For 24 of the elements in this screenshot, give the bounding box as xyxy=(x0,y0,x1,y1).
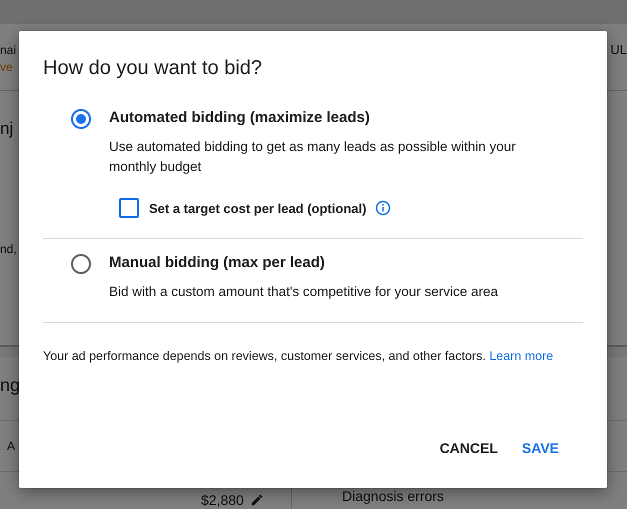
dialog-title: How do you want to bid? xyxy=(43,56,264,81)
learn-more-link[interactable]: Learn more xyxy=(489,349,554,363)
radio-button[interactable] xyxy=(71,109,91,129)
info-icon[interactable] xyxy=(375,200,392,216)
option-label: Automated bidding (maximize leads) xyxy=(109,108,371,128)
table-cell: A xyxy=(7,439,16,453)
header-text: UL xyxy=(610,41,627,57)
edit-icon[interactable] xyxy=(250,493,264,507)
option-description: Bid with a custom amount that's competitive for your service area xyxy=(109,283,499,301)
cancel-button[interactable]: CANCEL xyxy=(432,432,506,464)
section-heading: Diagnosis errors xyxy=(342,487,444,504)
header-text: nai xyxy=(0,42,16,58)
footer-note: Your ad performance depends on reviews, customer services, and other factors. Learn more xyxy=(43,348,554,364)
section-text: nd, xyxy=(0,242,17,256)
radio-button[interactable] xyxy=(71,254,91,274)
section-title: nj xyxy=(0,119,14,139)
warning-text: ve xyxy=(0,60,13,74)
panel-title: ng xyxy=(0,375,20,395)
checkbox-label: Set a target cost per lead (optional) xyxy=(149,200,366,216)
checkbox[interactable] xyxy=(119,198,139,218)
option-label: Manual bidding (max per lead) xyxy=(109,253,326,273)
amount-text: $2,880 xyxy=(201,492,244,508)
save-button[interactable]: SAVE xyxy=(514,432,567,464)
option-description: Use automated bidding to get as many leads as possible within your monthly budget xyxy=(109,138,517,176)
